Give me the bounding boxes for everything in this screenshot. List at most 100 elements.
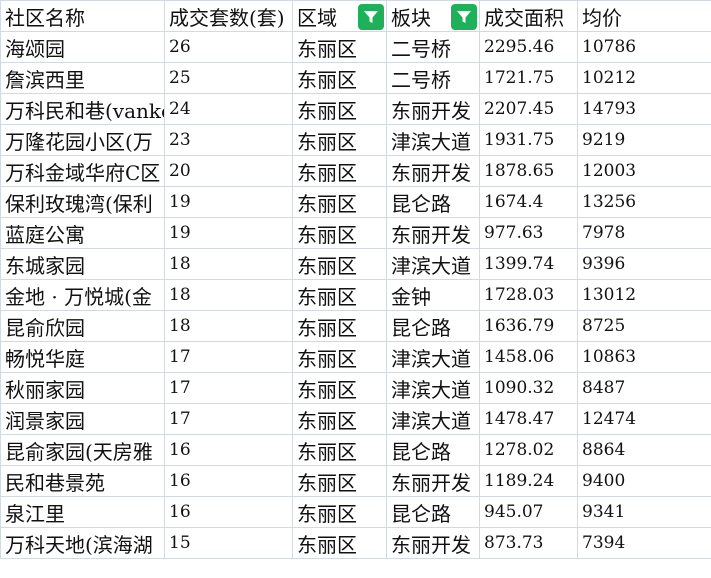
cell-deals[interactable]: 25: [164, 62, 293, 94]
sector-filter-button[interactable]: [451, 4, 477, 30]
cell-avg-price[interactable]: 9400: [577, 465, 711, 497]
header-cell-avg-price[interactable]: 均价: [577, 0, 711, 32]
cell-community[interactable]: 保利玫瑰湾(保利: [0, 186, 165, 218]
cell-community[interactable]: 民和巷景苑: [0, 465, 165, 497]
cell-community[interactable]: 万隆花园小区(万: [0, 124, 165, 156]
cell-deals[interactable]: 16: [164, 434, 293, 466]
cell-sector[interactable]: 津滨大道: [386, 403, 480, 435]
cell-avg-price[interactable]: 8864: [577, 434, 711, 466]
cell-district[interactable]: 东丽区: [292, 465, 387, 497]
cell-district[interactable]: 东丽区: [292, 217, 387, 249]
cell-area[interactable]: 1478.47: [479, 403, 578, 435]
header-cell-area[interactable]: 成交面积: [479, 0, 578, 32]
cell-deals[interactable]: 24: [164, 93, 293, 125]
cell-deals[interactable]: 17: [164, 341, 293, 373]
cell-deals[interactable]: 17: [164, 372, 293, 404]
cell-avg-price[interactable]: 8725: [577, 310, 711, 342]
cell-avg-price[interactable]: 13012: [577, 279, 711, 311]
cell-sector[interactable]: 东丽开发: [386, 217, 480, 249]
header-cell-community[interactable]: 社区名称: [0, 0, 165, 32]
cell-area[interactable]: 2207.45: [479, 93, 578, 125]
cell-deals[interactable]: 15: [164, 527, 293, 559]
cell-community[interactable]: 海颂园: [0, 31, 165, 63]
cell-deals[interactable]: 19: [164, 186, 293, 218]
cell-district[interactable]: 东丽区: [292, 186, 387, 218]
cell-sector[interactable]: 昆仑路: [386, 496, 480, 528]
cell-district[interactable]: 东丽区: [292, 341, 387, 373]
cell-sector[interactable]: 昆仑路: [386, 310, 480, 342]
cell-avg-price[interactable]: 8487: [577, 372, 711, 404]
cell-deals[interactable]: 23: [164, 124, 293, 156]
cell-area[interactable]: 1399.74: [479, 248, 578, 280]
cell-community[interactable]: 万科民和巷(vanke: [0, 93, 165, 125]
cell-avg-price[interactable]: 10863: [577, 341, 711, 373]
cell-avg-price[interactable]: 14793: [577, 93, 711, 125]
cell-sector[interactable]: 津滨大道: [386, 248, 480, 280]
cell-district[interactable]: 东丽区: [292, 124, 387, 156]
cell-area[interactable]: 945.07: [479, 496, 578, 528]
cell-community[interactable]: 润景家园: [0, 403, 165, 435]
cell-community[interactable]: 蓝庭公寓: [0, 217, 165, 249]
cell-district[interactable]: 东丽区: [292, 155, 387, 187]
cell-avg-price[interactable]: 7394: [577, 527, 711, 559]
cell-deals[interactable]: 20: [164, 155, 293, 187]
cell-sector[interactable]: 金钟: [386, 279, 480, 311]
cell-district[interactable]: 东丽区: [292, 62, 387, 94]
cell-area[interactable]: 1636.79: [479, 310, 578, 342]
cell-avg-price[interactable]: 10212: [577, 62, 711, 94]
cell-community[interactable]: 昆俞家园(天房雅: [0, 434, 165, 466]
cell-district[interactable]: 东丽区: [292, 372, 387, 404]
cell-community[interactable]: 泉江里: [0, 496, 165, 528]
cell-district[interactable]: 东丽区: [292, 310, 387, 342]
cell-avg-price[interactable]: 12003: [577, 155, 711, 187]
cell-sector[interactable]: 昆仑路: [386, 186, 480, 218]
header-cell-sector[interactable]: 板块: [386, 0, 480, 32]
cell-district[interactable]: 东丽区: [292, 279, 387, 311]
cell-avg-price[interactable]: 9396: [577, 248, 711, 280]
cell-deals[interactable]: 18: [164, 310, 293, 342]
cell-deals[interactable]: 16: [164, 496, 293, 528]
cell-area[interactable]: 977.63: [479, 217, 578, 249]
header-cell-district[interactable]: 区域: [292, 0, 387, 32]
district-filter-button[interactable]: [358, 4, 384, 30]
cell-community[interactable]: 金地 · 万悦城(金: [0, 279, 165, 311]
cell-sector[interactable]: 津滨大道: [386, 372, 480, 404]
cell-area[interactable]: 1189.24: [479, 465, 578, 497]
cell-community[interactable]: 秋丽家园: [0, 372, 165, 404]
cell-area[interactable]: 1458.06: [479, 341, 578, 373]
cell-district[interactable]: 东丽区: [292, 248, 387, 280]
cell-sector[interactable]: 津滨大道: [386, 341, 480, 373]
cell-deals[interactable]: 17: [164, 403, 293, 435]
cell-district[interactable]: 东丽区: [292, 93, 387, 125]
cell-sector[interactable]: 东丽开发: [386, 465, 480, 497]
cell-avg-price[interactable]: 13256: [577, 186, 711, 218]
cell-avg-price[interactable]: 9219: [577, 124, 711, 156]
cell-deals[interactable]: 26: [164, 31, 293, 63]
cell-sector[interactable]: 昆仑路: [386, 434, 480, 466]
cell-deals[interactable]: 19: [164, 217, 293, 249]
cell-avg-price[interactable]: 9341: [577, 496, 711, 528]
cell-avg-price[interactable]: 12474: [577, 403, 711, 435]
cell-sector[interactable]: 东丽开发: [386, 527, 480, 559]
cell-district[interactable]: 东丽区: [292, 527, 387, 559]
cell-avg-price[interactable]: 7978: [577, 217, 711, 249]
cell-area[interactable]: 1728.03: [479, 279, 578, 311]
header-cell-deals[interactable]: 成交套数(套): [164, 0, 293, 32]
cell-district[interactable]: 东丽区: [292, 31, 387, 63]
cell-sector[interactable]: 东丽开发: [386, 155, 480, 187]
cell-deals[interactable]: 16: [164, 465, 293, 497]
cell-community[interactable]: 万科金域华府C区: [0, 155, 165, 187]
cell-community[interactable]: 万科天地(滨海湖: [0, 527, 165, 559]
cell-district[interactable]: 东丽区: [292, 434, 387, 466]
cell-deals[interactable]: 18: [164, 279, 293, 311]
cell-sector[interactable]: 二号桥: [386, 31, 480, 63]
cell-avg-price[interactable]: 10786: [577, 31, 711, 63]
cell-sector[interactable]: 二号桥: [386, 62, 480, 94]
cell-area[interactable]: 2295.46: [479, 31, 578, 63]
cell-area[interactable]: 873.73: [479, 527, 578, 559]
cell-district[interactable]: 东丽区: [292, 496, 387, 528]
cell-community[interactable]: 詹滨西里: [0, 62, 165, 94]
cell-area[interactable]: 1931.75: [479, 124, 578, 156]
cell-community[interactable]: 畅悦华庭: [0, 341, 165, 373]
cell-sector[interactable]: 东丽开发: [386, 93, 480, 125]
